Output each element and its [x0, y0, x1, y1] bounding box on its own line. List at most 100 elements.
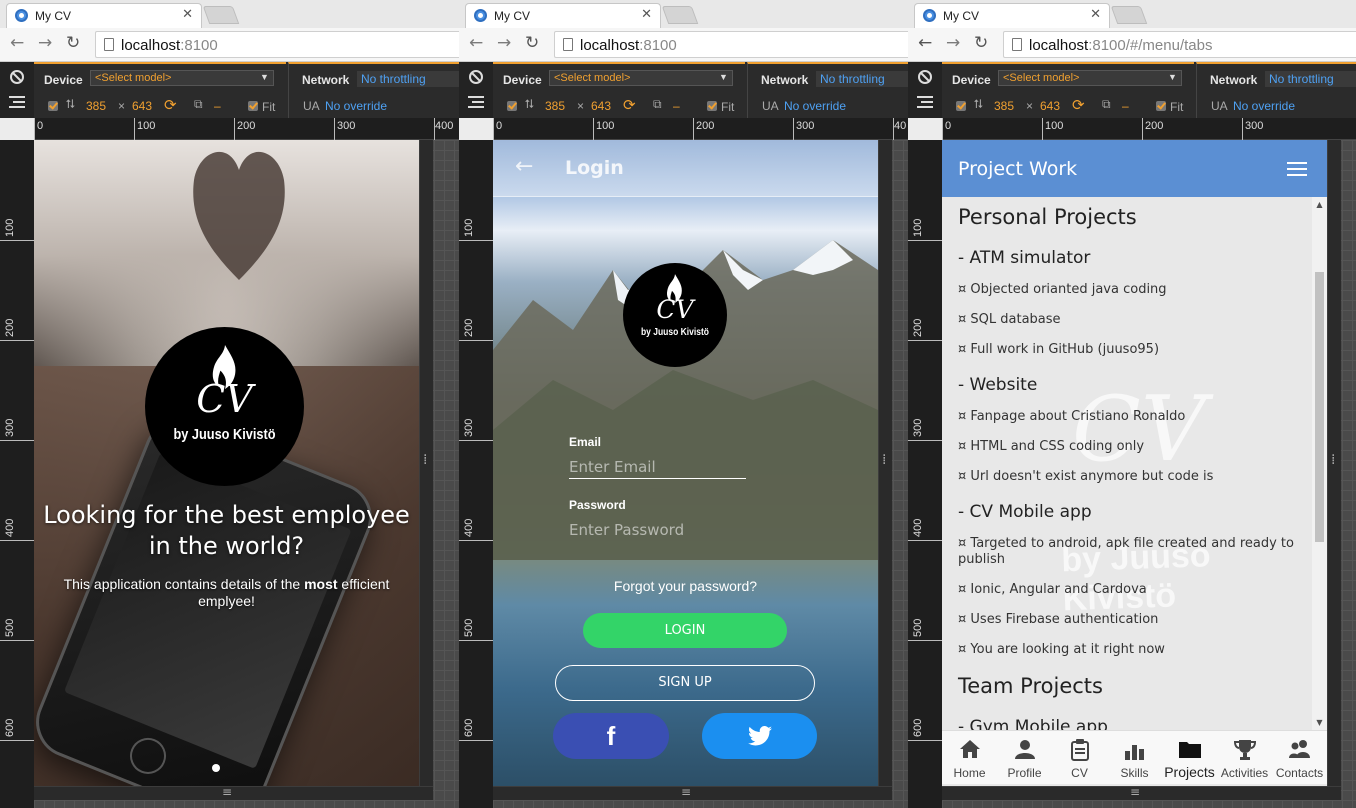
tab-profile[interactable]: Profile	[997, 731, 1052, 785]
fit-checkbox[interactable]	[248, 101, 258, 111]
device-screen: CV by Juuso Kivistö Looking for the best…	[34, 140, 419, 786]
drawer-toggle-icon[interactable]	[468, 96, 484, 108]
list-item: ¤ Url doesn't exist anymore but code is	[958, 469, 1214, 484]
back-button[interactable]: ←	[469, 33, 483, 53]
width-field[interactable]: 385	[86, 99, 106, 113]
forward-button[interactable]: →	[497, 33, 511, 53]
drawer-toggle-icon[interactable]	[9, 96, 25, 108]
scale-icon[interactable]: ⧉	[1102, 97, 1111, 112]
page-title: Login	[565, 157, 624, 179]
scrollbar[interactable]: ▲ ▼	[1312, 197, 1327, 730]
resize-handle-right[interactable]	[878, 140, 892, 800]
ruler-label: 500	[4, 618, 16, 637]
forward-button[interactable]: →	[946, 33, 960, 53]
email-field[interactable]	[569, 455, 746, 479]
device-toolbar: Device <Select model> ▼ ⮁ 385 × 643 ⟳ ⧉ …	[459, 62, 908, 118]
back-button[interactable]: ←	[10, 33, 24, 53]
resize-handle-bottom[interactable]	[493, 785, 892, 800]
tab-home[interactable]: Home	[942, 731, 997, 785]
reload-button[interactable]: ↻	[66, 33, 80, 53]
scroll-up-icon[interactable]: ▲	[1312, 197, 1327, 212]
ua-value[interactable]: No override	[784, 99, 846, 113]
address-bar[interactable]: localhost:8100	[95, 31, 459, 58]
browser-tab[interactable]: My CV ✕	[6, 3, 202, 28]
resize-handle-right[interactable]	[419, 140, 433, 800]
width-field[interactable]: 385	[545, 99, 565, 113]
login-button[interactable]: LOGIN	[583, 613, 787, 648]
scale-icon[interactable]: ⧉	[653, 97, 662, 112]
close-tab-icon[interactable]: ✕	[1090, 7, 1101, 22]
resize-handle-right[interactable]	[1327, 140, 1341, 800]
width-field[interactable]: 385	[994, 99, 1014, 113]
disable-emulation-icon[interactable]	[10, 70, 24, 84]
password-field[interactable]	[569, 518, 746, 542]
rotate-icon[interactable]: ⟳	[623, 96, 636, 114]
reload-button[interactable]: ↻	[525, 33, 539, 53]
reload-button[interactable]: ↻	[974, 33, 988, 53]
disable-emulation-icon[interactable]	[918, 70, 932, 84]
tab-activities[interactable]: Activities	[1217, 731, 1272, 785]
address-bar[interactable]: localhost:8100	[554, 31, 908, 58]
tab-skills[interactable]: Skills	[1107, 731, 1162, 785]
ruler-label: 200	[237, 120, 256, 132]
hamburger-menu-icon[interactable]	[1287, 162, 1307, 176]
page-icon	[563, 38, 573, 51]
signup-button[interactable]: SIGN UP	[555, 665, 815, 701]
back-arrow-icon[interactable]: ←	[515, 154, 533, 179]
ruler-label: 0	[37, 120, 44, 132]
device-toolbar: Device <Select model> ▼ ⮁ 385 × 643 ⟳ ⧉ …	[908, 62, 1356, 118]
forward-button[interactable]: →	[38, 33, 52, 53]
tab-cv[interactable]: CV	[1052, 731, 1107, 785]
address-bar[interactable]: localhost:8100/#/menu/tabs	[1003, 31, 1356, 58]
checkbox-icon[interactable]	[956, 101, 966, 111]
ua-value[interactable]: No override	[1233, 99, 1295, 113]
times-symbol: ×	[118, 99, 126, 113]
disable-emulation-icon[interactable]	[469, 70, 483, 84]
tab-projects[interactable]: Projects	[1162, 731, 1217, 785]
browser-tab[interactable]: My CV ✕	[914, 3, 1110, 28]
scroll-thumb[interactable]	[1315, 272, 1324, 542]
close-tab-icon[interactable]: ✕	[182, 7, 193, 22]
forgot-password-link[interactable]: Forgot your password?	[493, 578, 878, 594]
times-symbol: ×	[1026, 99, 1034, 113]
ua-value[interactable]: No override	[325, 99, 387, 113]
fit-checkbox[interactable]	[707, 101, 717, 111]
network-select[interactable]: No throttling	[1265, 71, 1356, 87]
resize-handle-bottom[interactable]	[942, 785, 1341, 800]
scroll-down-icon[interactable]: ▼	[1312, 715, 1327, 730]
list-item: ¤ Uses Firebase authentication	[958, 612, 1159, 627]
pager-dot[interactable]	[212, 764, 220, 772]
drawer-toggle-icon[interactable]	[917, 96, 933, 108]
fit-checkbox[interactable]	[1156, 101, 1166, 111]
checkbox-icon[interactable]	[48, 101, 58, 111]
back-button[interactable]: ←	[918, 33, 932, 53]
device-section: Device <Select model> ▼ ⮁ 385 × 643 ⟳ ⧉ …	[493, 62, 745, 118]
tab-contacts[interactable]: Contacts	[1272, 731, 1327, 785]
new-tab-button[interactable]	[1110, 6, 1148, 24]
swap-dimensions-icon[interactable]: ⮁	[65, 97, 75, 112]
section-heading: Personal Projects	[958, 205, 1137, 229]
swap-dimensions-icon[interactable]: ⮁	[973, 97, 983, 112]
height-field[interactable]: 643	[132, 99, 152, 113]
rotate-icon[interactable]: ⟳	[1072, 96, 1085, 114]
rotate-icon[interactable]: ⟳	[164, 96, 177, 114]
device-screen: Project Work CV by Juuso Kivistö Persona…	[942, 140, 1327, 786]
device-model-select[interactable]: <Select model>	[998, 70, 1182, 86]
facebook-button[interactable]: f	[553, 713, 669, 759]
new-tab-button[interactable]	[202, 6, 240, 24]
scale-icon[interactable]: ⧉	[194, 97, 203, 112]
height-field[interactable]: 643	[1040, 99, 1060, 113]
vertical-ruler: 100 200 300 400 500 600	[0, 140, 34, 808]
device-model-select[interactable]: <Select model>	[549, 70, 733, 86]
network-select[interactable]: No throttling	[357, 71, 459, 87]
swap-dimensions-icon[interactable]: ⮁	[524, 97, 534, 112]
close-tab-icon[interactable]: ✕	[641, 7, 652, 22]
resize-handle-bottom[interactable]	[34, 785, 433, 800]
checkbox-icon[interactable]	[507, 101, 517, 111]
network-select[interactable]: No throttling	[816, 71, 908, 87]
height-field[interactable]: 643	[591, 99, 611, 113]
browser-tab[interactable]: My CV ✕	[465, 3, 661, 28]
new-tab-button[interactable]	[661, 6, 699, 24]
device-model-select[interactable]: <Select model>	[90, 70, 274, 86]
twitter-button[interactable]	[702, 713, 817, 759]
